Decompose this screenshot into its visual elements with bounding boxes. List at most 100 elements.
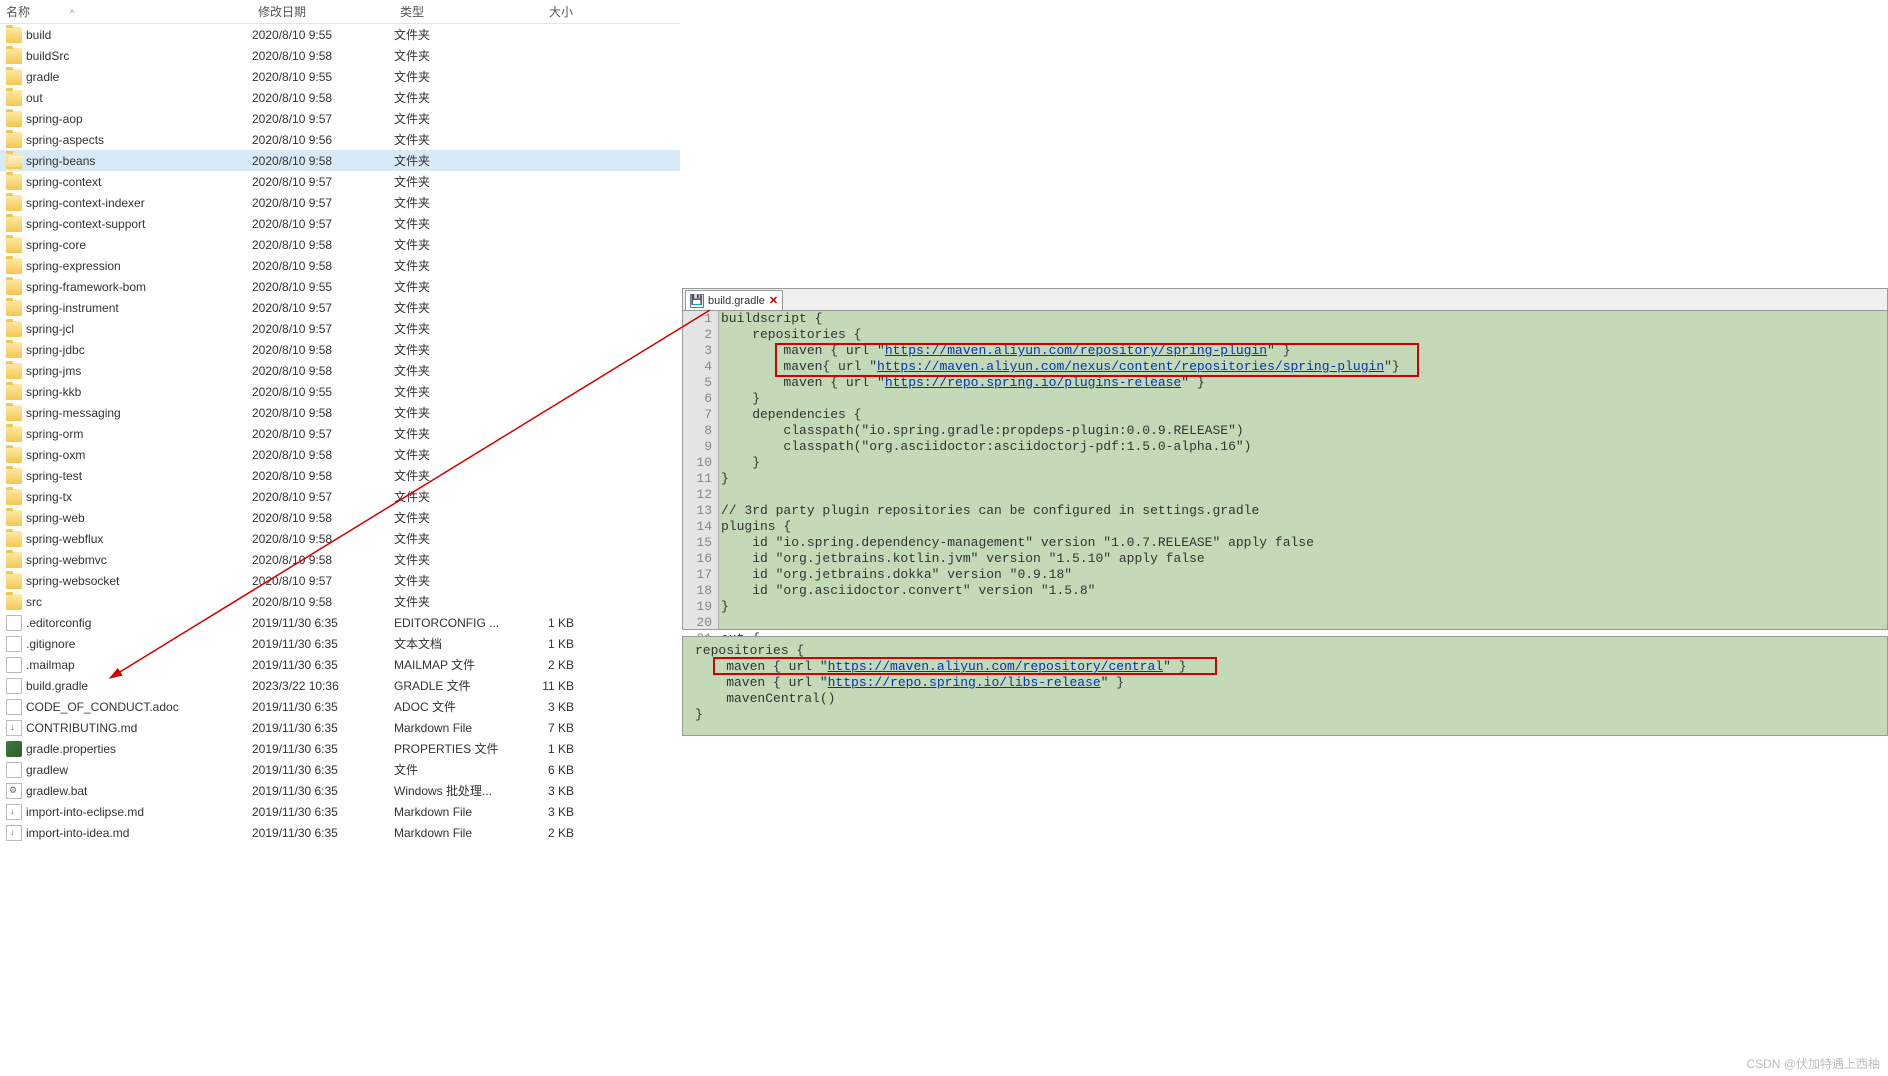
file-row[interactable]: .gitignore2019/11/30 6:35文本文档1 KB — [0, 633, 680, 654]
file-row[interactable]: spring-jms2020/8/10 9:58文件夹 — [0, 360, 680, 381]
file-name: spring-context — [26, 175, 252, 189]
tab-build-gradle[interactable]: build.gradle ✕ — [685, 290, 783, 310]
code-line — [721, 615, 1887, 631]
file-row[interactable]: spring-webmvc2020/8/10 9:58文件夹 — [0, 549, 680, 570]
header-type[interactable]: 类型 — [394, 1, 510, 22]
header-size[interactable]: 大小 — [510, 1, 580, 22]
file-row[interactable]: .editorconfig2019/11/30 6:35EDITORCONFIG… — [0, 612, 680, 633]
file-type: 文件夹 — [394, 362, 510, 379]
file-date: 2019/11/30 6:35 — [252, 658, 394, 672]
file-type: 文件夹 — [394, 320, 510, 337]
file-row[interactable]: import-into-idea.md2019/11/30 6:35Markdo… — [0, 822, 680, 843]
file-type: 文件夹 — [394, 572, 510, 589]
code-editor: build.gradle ✕ 1234567891011121314151617… — [682, 288, 1888, 630]
file-size: 7 KB — [510, 721, 580, 735]
file-type: Markdown File — [394, 826, 510, 840]
code-body: 123456789101112131415161718192021 builds… — [683, 311, 1887, 629]
file-name: spring-context-indexer — [26, 196, 252, 210]
folder-icon — [6, 300, 22, 316]
file-type: 文件 — [394, 761, 510, 778]
file-row[interactable]: gradlew2019/11/30 6:35文件6 KB — [0, 759, 680, 780]
file-row[interactable]: import-into-eclipse.md2019/11/30 6:35Mar… — [0, 801, 680, 822]
file-type: 文件夹 — [394, 131, 510, 148]
code-lines[interactable]: buildscript { repositories { maven { url… — [719, 311, 1887, 629]
file-row[interactable]: .mailmap2019/11/30 6:35MAILMAP 文件2 KB — [0, 654, 680, 675]
file-name: src — [26, 595, 252, 609]
close-icon[interactable]: ✕ — [769, 294, 778, 307]
file-row[interactable]: spring-framework-bom2020/8/10 9:55文件夹 — [0, 276, 680, 297]
file-name: spring-instrument — [26, 301, 252, 315]
file-row[interactable]: gradle2020/8/10 9:55文件夹 — [0, 66, 680, 87]
file-icon — [6, 615, 22, 631]
file-row[interactable]: CODE_OF_CONDUCT.adoc2019/11/30 6:35ADOC … — [0, 696, 680, 717]
file-row[interactable]: spring-orm2020/8/10 9:57文件夹 — [0, 423, 680, 444]
code-line: dependencies { — [721, 407, 1887, 423]
file-row[interactable]: spring-oxm2020/8/10 9:58文件夹 — [0, 444, 680, 465]
file-row[interactable]: spring-tx2020/8/10 9:57文件夹 — [0, 486, 680, 507]
file-name: import-into-eclipse.md — [26, 805, 252, 819]
file-type: 文件夹 — [394, 236, 510, 253]
file-date: 2020/8/10 9:58 — [252, 91, 394, 105]
md-icon — [6, 804, 22, 820]
file-name: spring-web — [26, 511, 252, 525]
file-type: 文件夹 — [394, 257, 510, 274]
file-row[interactable]: buildSrc2020/8/10 9:58文件夹 — [0, 45, 680, 66]
file-row[interactable]: spring-expression2020/8/10 9:58文件夹 — [0, 255, 680, 276]
file-row[interactable]: build2020/8/10 9:55文件夹 — [0, 24, 680, 45]
file-row[interactable]: spring-context2020/8/10 9:57文件夹 — [0, 171, 680, 192]
folder-icon — [6, 363, 22, 379]
file-type: GRADLE 文件 — [394, 677, 510, 694]
file-date: 2023/3/22 10:36 — [252, 679, 394, 693]
file-row[interactable]: out2020/8/10 9:58文件夹 — [0, 87, 680, 108]
file-row[interactable]: spring-context-indexer2020/8/10 9:57文件夹 — [0, 192, 680, 213]
file-row[interactable]: spring-websocket2020/8/10 9:57文件夹 — [0, 570, 680, 591]
file-row[interactable]: spring-web2020/8/10 9:58文件夹 — [0, 507, 680, 528]
file-name: spring-webmvc — [26, 553, 252, 567]
header-date[interactable]: 修改日期 — [252, 1, 394, 22]
code-line: maven{ url "https://maven.aliyun.com/nex… — [721, 359, 1887, 375]
folder-icon — [6, 48, 22, 64]
file-name: CODE_OF_CONDUCT.adoc — [26, 700, 252, 714]
gradle-icon — [6, 741, 22, 757]
file-row[interactable]: spring-aop2020/8/10 9:57文件夹 — [0, 108, 680, 129]
file-row[interactable]: spring-kkb2020/8/10 9:55文件夹 — [0, 381, 680, 402]
file-row[interactable]: spring-context-support2020/8/10 9:57文件夹 — [0, 213, 680, 234]
file-row[interactable]: CONTRIBUTING.md2019/11/30 6:35Markdown F… — [0, 717, 680, 738]
column-headers[interactable]: 名称^ 修改日期 类型 大小 — [0, 0, 680, 24]
file-name: spring-jms — [26, 364, 252, 378]
folder-icon — [6, 69, 22, 85]
file-row[interactable]: spring-core2020/8/10 9:58文件夹 — [0, 234, 680, 255]
file-name: spring-tx — [26, 490, 252, 504]
file-size: 1 KB — [510, 742, 580, 756]
code-line: classpath("org.asciidoctor:asciidoctorj-… — [721, 439, 1887, 455]
file-row[interactable]: spring-jcl2020/8/10 9:57文件夹 — [0, 318, 680, 339]
file-row[interactable]: spring-jdbc2020/8/10 9:58文件夹 — [0, 339, 680, 360]
file-date: 2020/8/10 9:57 — [252, 175, 394, 189]
file-date: 2020/8/10 9:57 — [252, 427, 394, 441]
file-row[interactable]: build.gradle2023/3/22 10:36GRADLE 文件11 K… — [0, 675, 680, 696]
file-size: 1 KB — [510, 637, 580, 651]
file-date: 2020/8/10 9:57 — [252, 490, 394, 504]
file-row[interactable]: src2020/8/10 9:58文件夹 — [0, 591, 680, 612]
file-date: 2019/11/30 6:35 — [252, 700, 394, 714]
file-date: 2020/8/10 9:58 — [252, 238, 394, 252]
folder-icon — [6, 90, 22, 106]
file-row[interactable]: spring-instrument2020/8/10 9:57文件夹 — [0, 297, 680, 318]
file-row[interactable]: spring-test2020/8/10 9:58文件夹 — [0, 465, 680, 486]
file-name: spring-jcl — [26, 322, 252, 336]
file-row[interactable]: spring-messaging2020/8/10 9:58文件夹 — [0, 402, 680, 423]
file-date: 2019/11/30 6:35 — [252, 763, 394, 777]
file-row[interactable]: gradlew.bat2019/11/30 6:35Windows 批处理...… — [0, 780, 680, 801]
folder-icon — [6, 195, 22, 211]
file-row[interactable]: spring-webflux2020/8/10 9:58文件夹 — [0, 528, 680, 549]
header-name[interactable]: 名称^ — [0, 1, 252, 22]
file-size: 6 KB — [510, 763, 580, 777]
file-type: 文件夹 — [394, 89, 510, 106]
code-line: id "org.jetbrains.dokka" version "0.9.18… — [721, 567, 1887, 583]
file-row[interactable]: spring-beans2020/8/10 9:58文件夹 — [0, 150, 680, 171]
file-row[interactable]: spring-aspects2020/8/10 9:56文件夹 — [0, 129, 680, 150]
file-row[interactable]: gradle.properties2019/11/30 6:35PROPERTI… — [0, 738, 680, 759]
code-snippet-lower[interactable]: repositories { maven { url "https://mave… — [682, 636, 1888, 736]
file-name: spring-jdbc — [26, 343, 252, 357]
file-name: spring-context-support — [26, 217, 252, 231]
